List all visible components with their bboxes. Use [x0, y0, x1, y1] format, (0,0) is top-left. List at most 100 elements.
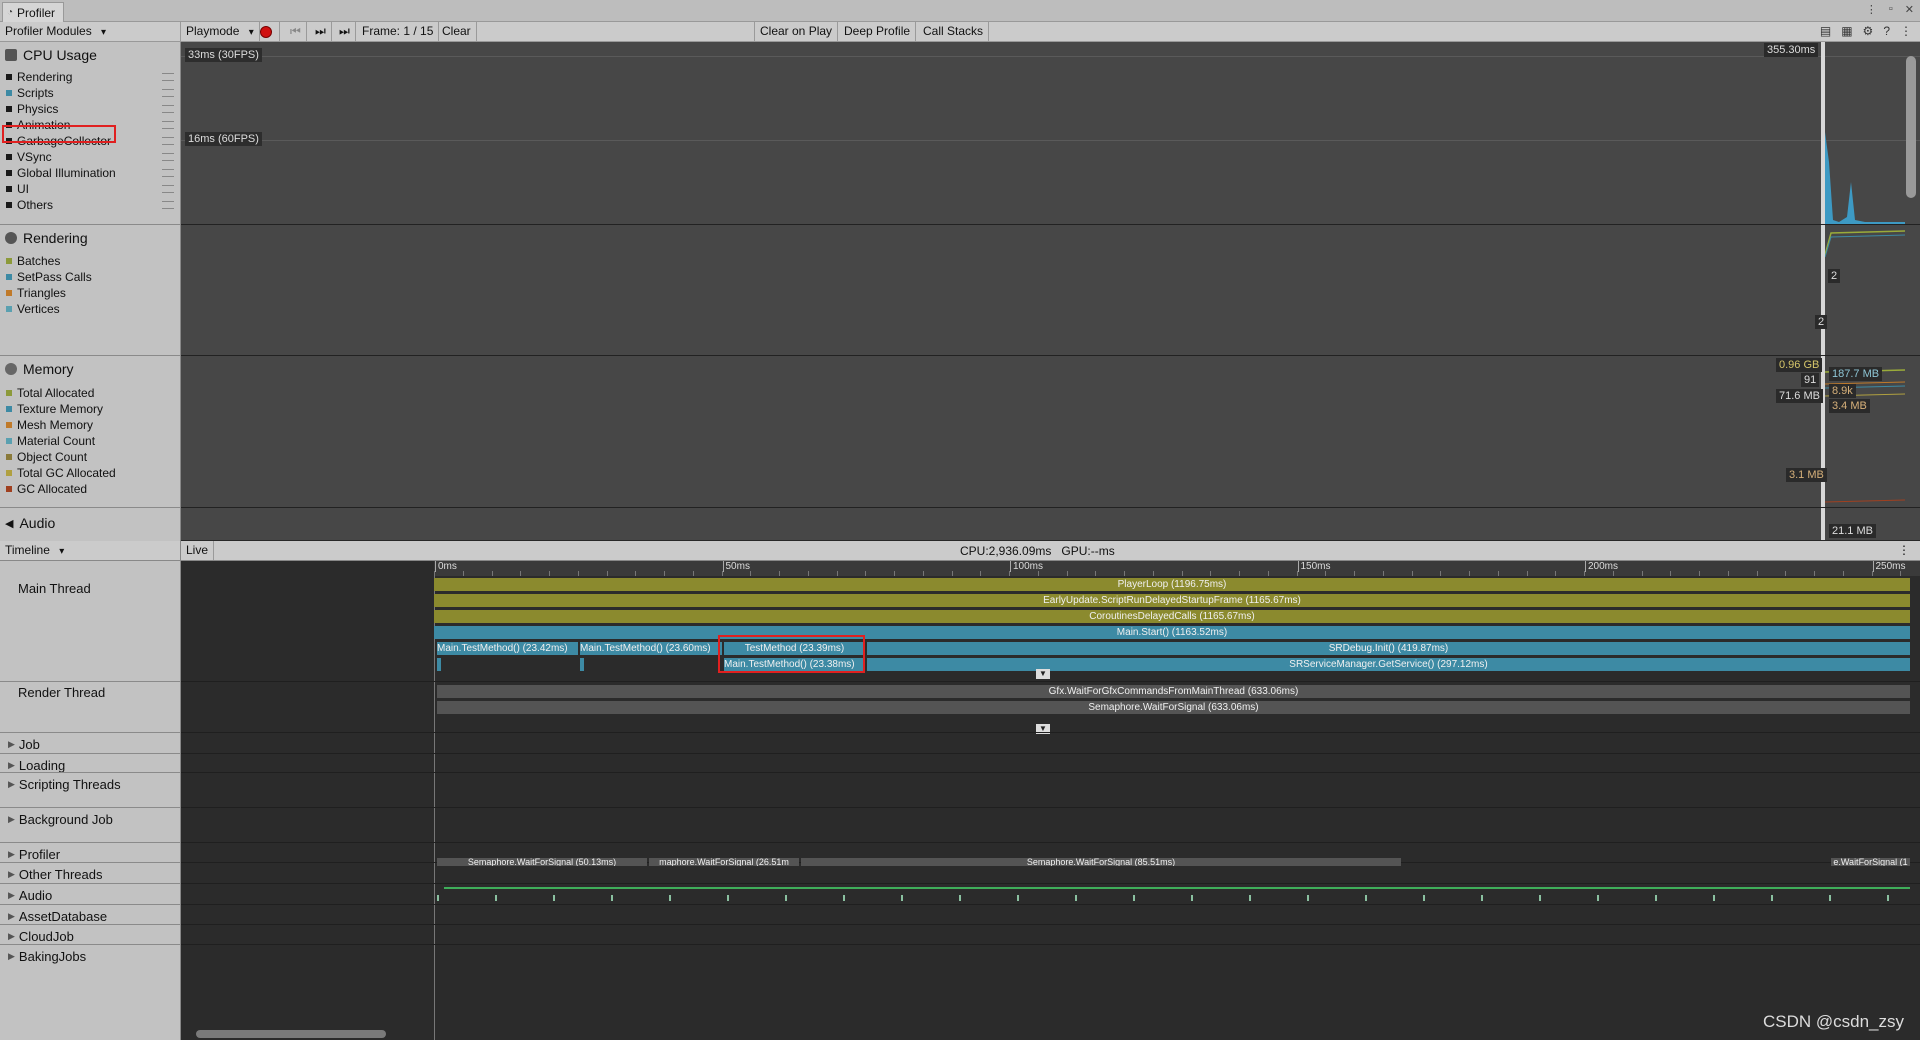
more-options-icon[interactable]: ⋮: [1866, 3, 1877, 16]
audio-module-title[interactable]: ◀ Audio: [5, 515, 55, 531]
clear-button[interactable]: Clear: [437, 22, 477, 41]
more-icon[interactable]: ⋮: [1900, 24, 1912, 38]
memory-item[interactable]: Material Count: [6, 433, 95, 448]
rendering-item[interactable]: Batches: [6, 253, 60, 268]
cpu-item[interactable]: Physics: [6, 101, 58, 116]
memory-item[interactable]: Total Allocated: [6, 385, 94, 400]
rendering-item[interactable]: SetPass Calls: [6, 269, 92, 284]
bar-main-start[interactable]: Main.Start() (1163.52ms): [434, 626, 1910, 639]
color-swatch[interactable]: [6, 73, 12, 80]
last-frame-button[interactable]: ⏭: [334, 22, 356, 41]
reorder-handle[interactable]: [162, 185, 174, 193]
color-swatch[interactable]: [6, 273, 12, 280]
cpu-item[interactable]: Rendering: [6, 69, 72, 84]
bar-small-sample[interactable]: [580, 658, 584, 671]
bar-testmethod-2[interactable]: Main.TestMethod() (23.60ms): [580, 642, 722, 655]
clear-on-play-button[interactable]: Clear on Play: [754, 22, 839, 41]
reorder-handle[interactable]: [162, 73, 174, 81]
thread-group-scripting-threads[interactable]: ▶ Scripting Threads: [8, 777, 121, 792]
live-toggle[interactable]: Live: [181, 541, 215, 560]
expand-triangle-icon[interactable]: ▶: [8, 931, 15, 942]
color-swatch[interactable]: [6, 89, 12, 96]
memory-module-title[interactable]: Memory: [5, 361, 74, 377]
color-swatch[interactable]: [6, 201, 12, 208]
cpu-item[interactable]: Others: [6, 197, 53, 212]
cpu-item[interactable]: Scripts: [6, 85, 54, 100]
bar-playerloop[interactable]: PlayerLoop (1196.75ms): [434, 578, 1910, 591]
expand-triangle-icon[interactable]: ▶: [8, 951, 15, 962]
color-swatch[interactable]: [6, 389, 12, 396]
color-swatch[interactable]: [6, 169, 12, 176]
help-icon[interactable]: ?: [1883, 24, 1890, 38]
expand-triangle-icon[interactable]: ▶: [8, 739, 15, 750]
rendering-item[interactable]: Vertices: [6, 301, 60, 316]
deep-profile-button[interactable]: Deep Profile: [839, 22, 917, 41]
thread-group-background-job[interactable]: ▶ Background Job: [8, 812, 113, 827]
bar-testmethod-1[interactable]: Main.TestMethod() (23.42ms): [437, 642, 578, 655]
thread-group-audio[interactable]: ▶ Audio: [8, 888, 52, 903]
thread-group-assetdatabase[interactable]: ▶ AssetDatabase: [8, 909, 107, 924]
memory-item[interactable]: Object Count: [6, 449, 87, 464]
view-mode-dropdown[interactable]: Timeline: [0, 541, 181, 560]
thread-render[interactable]: Render Thread: [18, 685, 105, 700]
bar-gfx-wait[interactable]: Gfx.WaitForGfxCommandsFromMainThread (63…: [437, 685, 1910, 698]
reorder-handle[interactable]: [162, 89, 174, 97]
color-swatch[interactable]: [6, 453, 12, 460]
expand-triangle-icon[interactable]: ▶: [8, 890, 15, 901]
bar-srdebug-init[interactable]: SRDebug.Init() (419.87ms): [867, 642, 1910, 655]
timeline-area[interactable]: 0ms 50ms 100ms 150ms 200ms 250ms PlayerLoop (…: [181, 561, 1920, 1040]
reorder-handle[interactable]: [162, 169, 174, 177]
reorder-handle[interactable]: [162, 105, 174, 113]
record-button[interactable]: [255, 22, 280, 41]
rendering-item[interactable]: Triangles: [6, 285, 66, 300]
timeline-horizontal-scrollbar[interactable]: [196, 1030, 386, 1038]
color-swatch[interactable]: [6, 105, 12, 112]
thread-group-bakingjobs[interactable]: ▶ BakingJobs: [8, 949, 86, 964]
thread-group-job[interactable]: ▶ Job: [8, 737, 40, 752]
playmode-dropdown[interactable]: Playmode: [181, 22, 260, 41]
color-swatch[interactable]: [6, 289, 12, 296]
cpu-usage-module-title[interactable]: CPU Usage: [5, 47, 97, 63]
bar-profiler-semaphore[interactable]: Semaphore.WaitForSignal (85.51ms): [801, 858, 1401, 866]
bar-small-sample[interactable]: [437, 658, 441, 671]
color-swatch[interactable]: [6, 437, 12, 444]
expand-triangle-icon[interactable]: ▶: [8, 779, 15, 790]
charts-scrollbar[interactable]: [1906, 56, 1916, 198]
details-more-icon[interactable]: ⋮: [1898, 543, 1910, 557]
memory-item[interactable]: Texture Memory: [6, 401, 103, 416]
expand-triangle-icon[interactable]: ▶: [8, 911, 15, 922]
expand-arrow-icon[interactable]: ▼: [1036, 669, 1050, 679]
next-frame-button[interactable]: ⏭: [310, 22, 332, 41]
reorder-handle[interactable]: [162, 137, 174, 145]
bar-semaphore-wait[interactable]: Semaphore.WaitForSignal (633.06ms): [437, 701, 1910, 714]
profiler-modules-dropdown[interactable]: Profiler Modules: [0, 22, 181, 41]
thread-group-other-threads[interactable]: ▶ Other Threads: [8, 867, 103, 882]
bar-srservice-getservice[interactable]: SRServiceManager.GetService() (297.12ms): [867, 658, 1910, 671]
bar-profiler-semaphore[interactable]: maphore.WaitForSignal (26.51m: [649, 858, 799, 866]
bar-earlyupdate[interactable]: EarlyUpdate.ScriptRunDelayedStartupFrame…: [434, 594, 1910, 607]
color-swatch[interactable]: [6, 185, 12, 192]
reorder-handle[interactable]: [162, 121, 174, 129]
expand-triangle-icon[interactable]: ▶: [8, 849, 15, 860]
reorder-handle[interactable]: [162, 153, 174, 161]
thread-group-profiler[interactable]: ▶ Profiler: [8, 847, 60, 862]
expand-triangle-icon[interactable]: ▶: [8, 760, 15, 771]
rendering-module-title[interactable]: Rendering: [5, 230, 88, 246]
close-icon[interactable]: ✕: [1905, 3, 1914, 16]
color-swatch[interactable]: [6, 469, 12, 476]
thread-group-cloudjob[interactable]: ▶ CloudJob: [8, 929, 74, 944]
bar-profiler-semaphore[interactable]: e.WaitForSignal (1: [1831, 858, 1910, 866]
maximize-icon[interactable]: ▫: [1889, 3, 1893, 16]
reorder-handle[interactable]: [162, 201, 174, 209]
memory-item[interactable]: Mesh Memory: [6, 417, 93, 432]
call-stacks-button[interactable]: Call Stacks: [918, 22, 990, 41]
color-swatch[interactable]: [6, 405, 12, 412]
bar-profiler-semaphore[interactable]: Semaphore.WaitForSignal (50.13ms): [437, 858, 647, 866]
color-swatch[interactable]: [6, 153, 12, 160]
cpu-item[interactable]: UI: [6, 181, 29, 196]
color-swatch[interactable]: [6, 421, 12, 428]
profiler-charts-area[interactable]: 33ms (30FPS) 16ms (60FPS) 355.30ms 2 2 0…: [181, 42, 1920, 540]
thread-group-loading[interactable]: ▶ Loading: [8, 758, 65, 773]
thread-main[interactable]: Main Thread: [18, 581, 91, 596]
color-swatch[interactable]: [6, 257, 12, 264]
